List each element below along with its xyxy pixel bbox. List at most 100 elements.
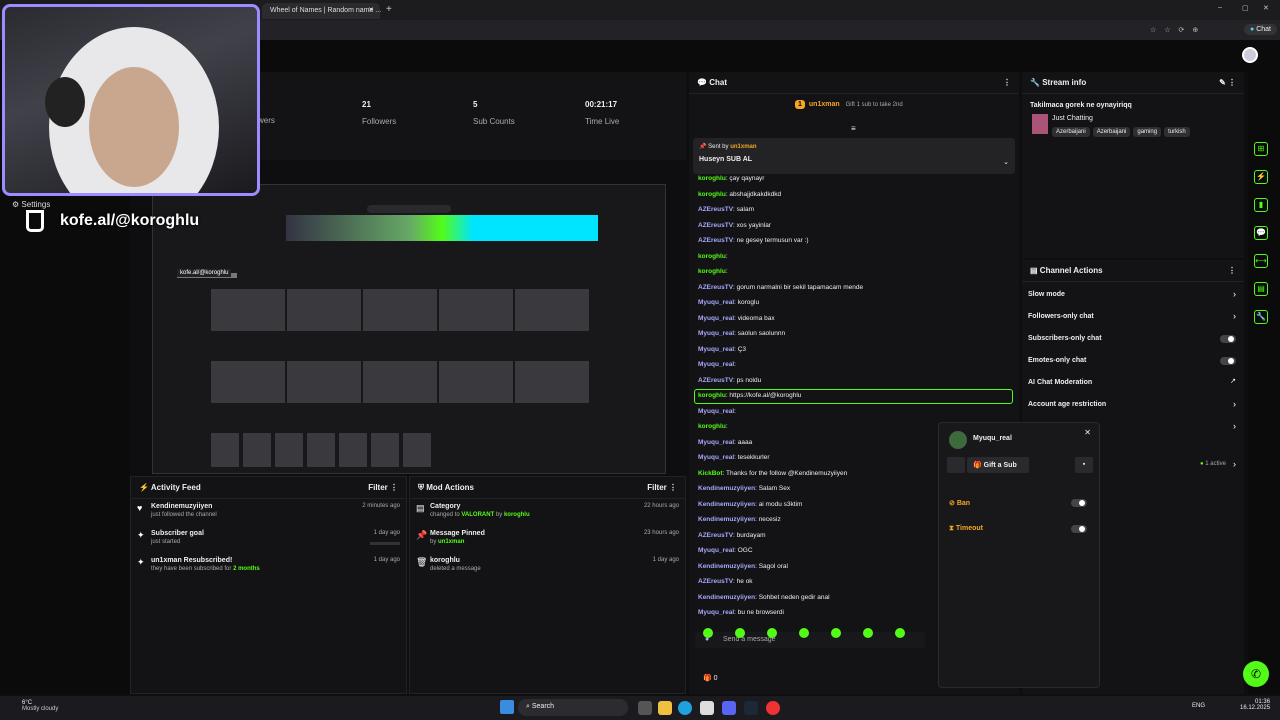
- chart-icon[interactable]: ↗: [1230, 377, 1236, 385]
- language-indicator[interactable]: ENG: [1192, 703, 1205, 709]
- emote-icon[interactable]: [831, 628, 841, 638]
- more-icon[interactable]: ⋮: [669, 483, 677, 492]
- taskbar-app-icon[interactable]: [638, 701, 652, 715]
- chat-username[interactable]: koroghlu: [698, 423, 726, 430]
- chat-username[interactable]: Kendinemuzyiiyen: [698, 516, 755, 523]
- start-button[interactable]: [500, 700, 514, 714]
- taskbar-search[interactable]: ⌕ Search: [518, 699, 628, 716]
- chat-username[interactable]: koroghlu: [698, 268, 726, 275]
- chat-username[interactable]: Myuqu_real: [698, 361, 734, 368]
- chat-username[interactable]: Kendinemuzyiiyen: [698, 594, 755, 601]
- emote-icon[interactable]: [799, 628, 809, 638]
- chat-username[interactable]: Myuqu_real: [698, 439, 734, 446]
- chat-username[interactable]: AZEreusTV: [698, 284, 733, 291]
- ban-toggle[interactable]: [1071, 499, 1087, 507]
- rail-button[interactable]: ▤: [1254, 282, 1268, 296]
- chat-username[interactable]: AZEreusTV: [698, 532, 733, 539]
- emote-icon[interactable]: [703, 628, 713, 638]
- chat-message: Myuqu_real:: [698, 408, 736, 415]
- rail-button[interactable]: ▮: [1254, 198, 1268, 212]
- chat-username[interactable]: Myuqu_real: [698, 346, 734, 353]
- more-icon[interactable]: ⋮: [1228, 266, 1236, 275]
- filter-icon[interactable]: ≡: [851, 124, 856, 133]
- edit-icon[interactable]: ✎: [1219, 78, 1226, 87]
- chat-username[interactable]: AZEreusTV: [698, 377, 733, 384]
- clock[interactable]: 01:36 16.12.2025: [1240, 699, 1270, 711]
- chevron-down-icon[interactable]: ⌄: [1003, 158, 1009, 166]
- chat-username[interactable]: Myuqu_real: [698, 547, 734, 554]
- more-icon[interactable]: ⋮: [1003, 78, 1011, 87]
- chat-button[interactable]: ● Chat: [1244, 24, 1277, 35]
- minimize-icon[interactable]: –: [1218, 4, 1222, 11]
- emotes-only-toggle[interactable]: [1220, 357, 1236, 365]
- top-gifter[interactable]: 1 un1xman Gift 1 sub to take 2nd: [795, 100, 903, 109]
- activity-filter-button[interactable]: Filter: [368, 483, 388, 492]
- chat-fab-icon[interactable]: ✆: [1243, 661, 1269, 687]
- discord-icon[interactable]: [722, 701, 736, 715]
- subscribers-only-toggle[interactable]: [1220, 335, 1236, 343]
- account-age-label[interactable]: Account age restriction: [1028, 401, 1106, 408]
- rail-button[interactable]: 🔧: [1254, 310, 1268, 324]
- close-window-icon[interactable]: ✕: [1263, 4, 1269, 12]
- new-tab-icon[interactable]: +: [386, 4, 392, 15]
- preview-search-bar: [367, 205, 451, 213]
- chat-username[interactable]: AZEreusTV: [698, 222, 733, 229]
- slow-mode-label[interactable]: Slow mode: [1028, 291, 1065, 298]
- store-icon[interactable]: [700, 701, 714, 715]
- chat-username[interactable]: AZEreusTV: [698, 237, 733, 244]
- chat-username[interactable]: Myuqu_real: [698, 330, 734, 337]
- pinned-message[interactable]: 📌 Sent by un1xman Huseyn SUB AL ⌄: [693, 138, 1015, 174]
- chat-text: : burdayam: [733, 531, 766, 539]
- chat-username[interactable]: Kendinemuzyiiyen: [698, 563, 755, 570]
- more-icon[interactable]: ⋮: [1228, 78, 1236, 87]
- edge-icon[interactable]: [678, 701, 692, 715]
- close-icon[interactable]: ✕: [368, 6, 374, 14]
- emote-icon[interactable]: [863, 628, 873, 638]
- chat-username[interactable]: Myuqu_real: [698, 315, 734, 322]
- pin-icon: 📌: [699, 144, 707, 150]
- follow-button[interactable]: [947, 457, 965, 473]
- more-options-button[interactable]: ▪: [1075, 457, 1093, 473]
- chat-username[interactable]: Kendinemuzyiiyen: [698, 485, 755, 492]
- tab-wheel-of-names[interactable]: Wheel of Names | Random name ... ✕: [262, 3, 381, 19]
- chat-username[interactable]: AZEreusTV: [698, 578, 733, 585]
- chevron-right-icon[interactable]: ›: [1233, 399, 1236, 409]
- emote-icon[interactable]: [767, 628, 777, 638]
- chat-username[interactable]: AZEreusTV: [698, 206, 733, 213]
- chat-username[interactable]: Myuqu_real: [698, 454, 734, 461]
- chat-username[interactable]: Myuqu_real: [698, 609, 734, 616]
- chevron-right-icon[interactable]: ›: [1233, 459, 1236, 469]
- ai-moderation-label[interactable]: AI Chat Moderation: [1028, 379, 1092, 386]
- rail-button[interactable]: 💬: [1254, 226, 1268, 240]
- chat-username[interactable]: koroghlu: [698, 191, 726, 198]
- maximize-icon[interactable]: ▢: [1242, 4, 1249, 12]
- chrome-icon[interactable]: [766, 701, 780, 715]
- chat-username[interactable]: koroghlu: [698, 175, 726, 182]
- chat-username[interactable]: Myuqu_real: [698, 408, 734, 415]
- rail-button[interactable]: ⚡: [1254, 170, 1268, 184]
- points-display[interactable]: 🎁 0: [703, 674, 718, 682]
- browser-tools-icon[interactable]: ☆☆⟳⊕: [1150, 26, 1206, 34]
- steam-icon[interactable]: [744, 701, 758, 715]
- avatar[interactable]: [1242, 47, 1258, 63]
- chat-username[interactable]: koroghlu: [698, 253, 726, 260]
- close-icon[interactable]: ✕: [1084, 428, 1091, 437]
- chat-username[interactable]: KickBot: [698, 470, 723, 477]
- more-icon[interactable]: ⋮: [390, 483, 398, 492]
- chevron-right-icon[interactable]: ›: [1233, 421, 1236, 431]
- chat-username[interactable]: Kendinemuzyiiyen: [698, 501, 755, 508]
- folder-icon[interactable]: [658, 701, 672, 715]
- emote-icon[interactable]: [895, 628, 905, 638]
- weather-widget[interactable]: 6°C Mostly cloudy: [22, 700, 58, 712]
- gift-sub-button[interactable]: 🎁 Gift a Sub: [967, 457, 1029, 473]
- timeout-toggle[interactable]: [1071, 525, 1087, 533]
- emote-icon[interactable]: [735, 628, 745, 638]
- rail-button[interactable]: ⟷: [1254, 254, 1268, 268]
- followers-only-label[interactable]: Followers-only chat: [1028, 313, 1094, 320]
- chevron-right-icon[interactable]: ›: [1233, 289, 1236, 299]
- chevron-right-icon[interactable]: ›: [1233, 311, 1236, 321]
- rail-button[interactable]: ⊞: [1254, 142, 1268, 156]
- chat-username[interactable]: Myuqu_real: [698, 299, 734, 306]
- mod-filter-button[interactable]: Filter: [647, 483, 667, 492]
- pinned-by-user: un1xman: [730, 144, 757, 150]
